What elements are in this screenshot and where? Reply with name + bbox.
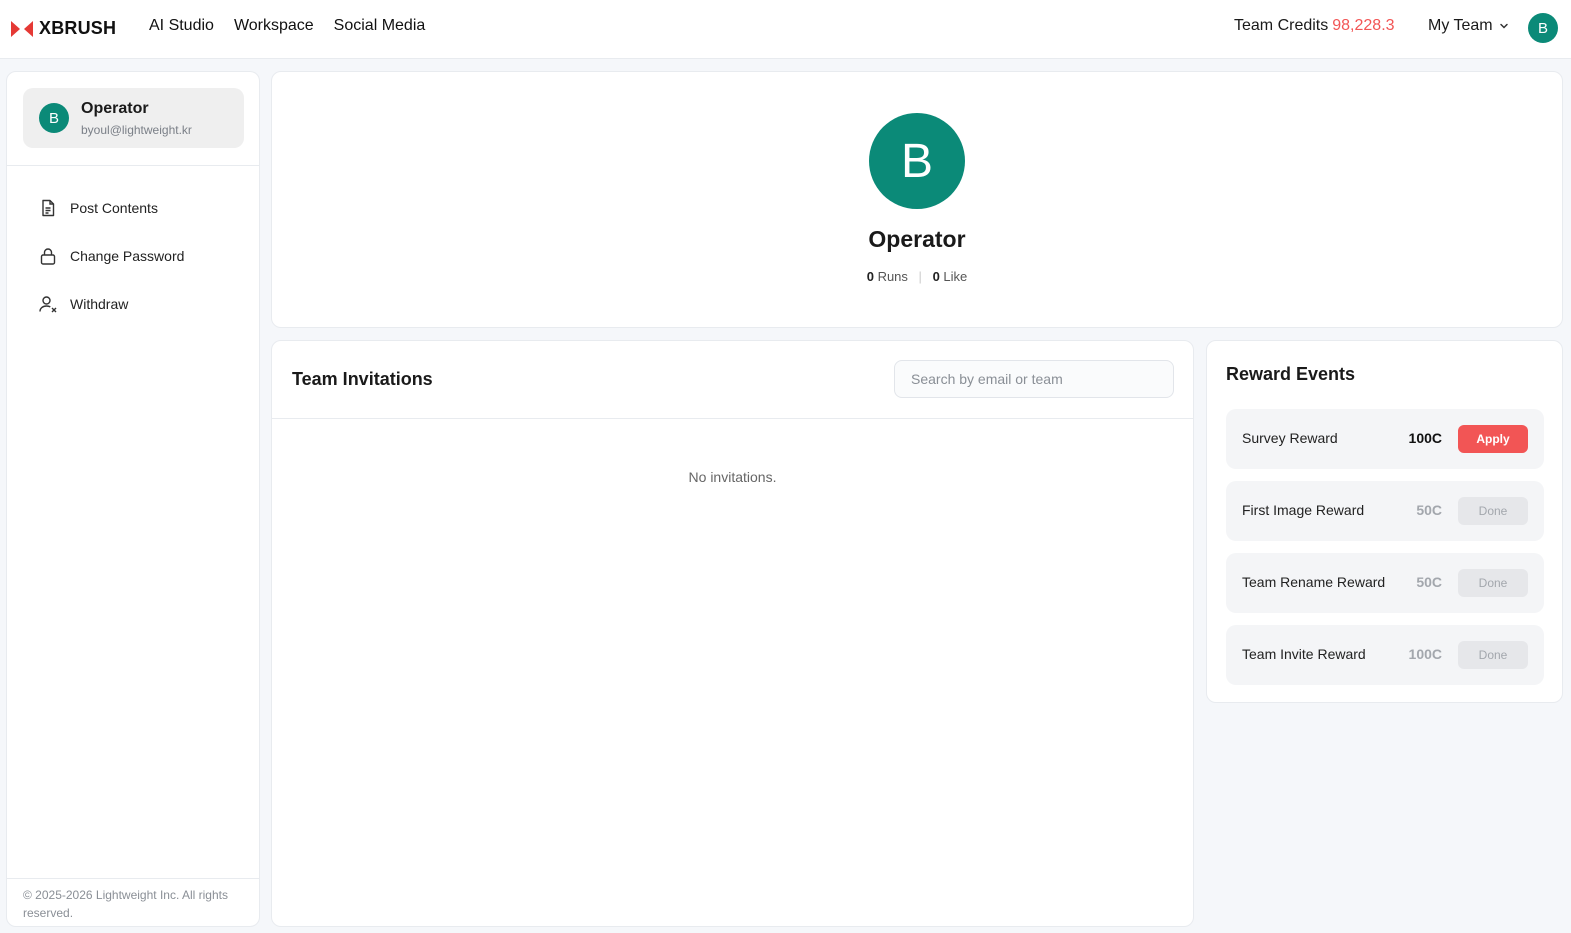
chevron-down-icon (1499, 23, 1508, 29)
main-nav: AI Studio Workspace Social Media (149, 17, 425, 35)
apply-button[interactable]: Apply (1458, 425, 1528, 453)
stats-separator: | (918, 269, 922, 284)
reward-label: First Image Reward (1242, 502, 1365, 518)
xbrush-logo-icon (11, 20, 33, 37)
nav-social-media[interactable]: Social Media (334, 17, 426, 35)
sidebar-item-label: Withdraw (70, 296, 129, 312)
brand-logo[interactable]: XBRUSH (11, 18, 116, 39)
sidebar-item-label: Change Password (70, 248, 185, 264)
no-invitations-text: No invitations. (688, 469, 777, 485)
reward-amount: 50C (1416, 502, 1442, 518)
profile-panel: B Operator 0 Runs | 0 Like (271, 71, 1563, 328)
team-credits-label: Team Credits (1234, 17, 1329, 34)
sidebar-item-label: Post Contents (70, 200, 158, 216)
my-team-dropdown[interactable]: My Team (1428, 17, 1509, 35)
user-remove-icon (39, 296, 57, 313)
team-invitations-title: Team Invitations (292, 369, 433, 389)
reward-label: Team Invite Reward (1242, 646, 1366, 662)
my-team-label: My Team (1428, 17, 1493, 34)
profile-avatar: B (869, 113, 965, 209)
brand-name: XBRUSH (39, 18, 117, 38)
team-invitations-panel: Team Invitations No invitations. (271, 340, 1194, 927)
top-bar: XBRUSH AI Studio Workspace Social Media … (0, 0, 1571, 59)
team-credits: Team Credits 98,228.3 (1234, 17, 1395, 35)
sidebar-profile-email: byoul@lightweight.kr (81, 123, 192, 137)
done-button: Done (1458, 497, 1528, 525)
team-credits-value: 98,228.3 (1332, 17, 1395, 34)
reward-row-first-image: First Image Reward 50C Done (1226, 481, 1544, 541)
nav-ai-studio[interactable]: AI Studio (149, 17, 214, 35)
reward-events-title: Reward Events (1226, 364, 1356, 384)
user-avatar[interactable]: B (1528, 13, 1558, 43)
lock-icon (40, 248, 56, 265)
sidebar-profile-card[interactable]: B Operator byoul@lightweight.kr (23, 88, 244, 148)
profile-name: Operator (868, 226, 966, 252)
profile-stats: 0 Runs | 0 Like (272, 269, 1562, 284)
reward-row-team-rename: Team Rename Reward 50C Done (1226, 553, 1544, 613)
runs-label: Runs (877, 269, 908, 284)
reward-amount: 100C (1408, 646, 1442, 662)
nav-workspace[interactable]: Workspace (234, 17, 314, 35)
reward-label: Survey Reward (1242, 430, 1338, 446)
sidebar-profile-name: Operator (81, 100, 149, 117)
invitation-search-input[interactable] (894, 360, 1174, 398)
done-button: Done (1458, 569, 1528, 597)
reward-amount: 100C (1408, 430, 1442, 446)
sidebar-avatar: B (39, 103, 69, 133)
done-button: Done (1458, 641, 1528, 669)
sidebar-divider (7, 165, 259, 166)
invitations-divider (272, 418, 1193, 419)
sidebar-footer-divider (7, 878, 259, 879)
sidebar-item-withdraw[interactable]: Withdraw (38, 294, 128, 314)
runs-count: 0 (866, 269, 874, 284)
sidebar: B Operator byoul@lightweight.kr Post Con… (6, 71, 260, 927)
likes-label: Like (943, 269, 968, 284)
reward-events-panel: Reward Events Survey Reward 100C Apply F… (1206, 340, 1563, 703)
reward-row-team-invite: Team Invite Reward 100C Done (1226, 625, 1544, 685)
sidebar-item-post-contents[interactable]: Post Contents (38, 198, 158, 218)
likes-count: 0 (932, 269, 940, 284)
document-icon (42, 199, 55, 217)
sidebar-item-change-password[interactable]: Change Password (38, 246, 184, 266)
reward-label: Team Rename Reward (1242, 574, 1386, 590)
reward-row-survey: Survey Reward 100C Apply (1226, 409, 1544, 469)
copyright-text: © 2025-2026 Lightweight Inc. All rights … (23, 888, 228, 920)
reward-amount: 50C (1416, 574, 1442, 590)
